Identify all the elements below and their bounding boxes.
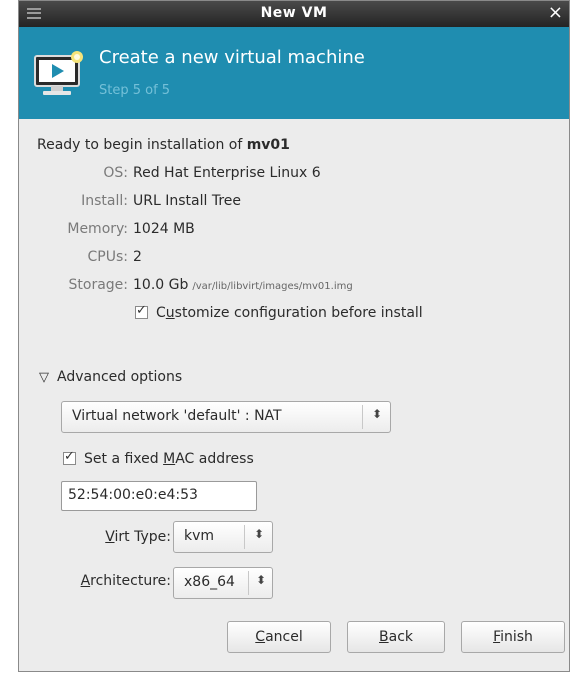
os-row: OS: Red Hat Enterprise Linux 6 [19,165,569,185]
checkbox-checked-icon[interactable] [63,449,76,465]
os-label: OS: [103,165,128,181]
fixed-mac-checkbox[interactable]: Set a fixed MAC address [63,449,254,467]
network-select-value: Virtual network 'default' : NAT [72,408,282,424]
cpus-row: CPUs: 2 [19,249,569,269]
vm-monitor-icon [34,51,83,95]
install-label: Install: [81,193,128,209]
os-value: Red Hat Enterprise Linux 6 [133,165,321,181]
updown-arrows-icon: ⬍ [256,573,267,587]
virt-type-value: kvm [184,528,215,544]
customize-label: Customize configuration before install [156,305,423,321]
storage-size: 10.0 Gb [133,277,189,293]
cpus-value: 2 [133,249,142,265]
back-button[interactable]: Back [347,621,445,653]
header-banner: Create a new virtual machine Step 5 of 5 [19,27,569,119]
title-bar: New VM × [19,1,569,27]
memory-value: 1024 MB [133,221,195,237]
storage-value: 10.0 Gb/var/lib/libvirt/images/mv01.img [133,277,353,293]
finish-button[interactable]: Finish [461,621,565,653]
architecture-select[interactable]: x86_64 ⬍ [173,567,273,599]
cancel-button[interactable]: Cancel [227,621,331,653]
summary-panel: Ready to begin installation of mv01 OS: … [19,119,569,673]
fixed-mac-label: Set a fixed MAC address [84,451,254,467]
customize-checkbox[interactable]: Customize configuration before install [135,303,423,321]
close-icon[interactable]: × [548,3,563,23]
checkbox-checked-icon[interactable] [135,303,148,319]
advanced-options-label: Advanced options [57,369,183,385]
install-row: Install: URL Install Tree [19,193,569,213]
network-select[interactable]: Virtual network 'default' : NAT ⬍ [61,401,391,433]
virt-type-select[interactable]: kvm ⬍ [173,521,273,553]
advanced-options-expander[interactable]: ▽ Advanced options [39,369,182,385]
storage-label: Storage: [68,277,129,293]
architecture-value: x86_64 [184,574,235,590]
storage-path: /var/lib/libvirt/images/mv01.img [192,281,353,292]
mac-address-input[interactable]: 52:54:00:e0:e4:53 [61,481,257,511]
ready-prefix: Ready to begin installation of [37,137,247,153]
architecture-label: Architecture: [80,573,171,589]
cpus-label: CPUs: [87,249,128,265]
updown-arrows-icon: ⬍ [254,527,265,541]
ready-message: Ready to begin installation of mv01 [37,137,290,153]
storage-row: Storage: 10.0 Gb/var/lib/libvirt/images/… [19,277,569,297]
virt-type-label: Virt Type: [105,529,171,545]
vm-name: mv01 [246,137,290,153]
install-value: URL Install Tree [133,193,241,209]
updown-arrows-icon: ⬍ [372,407,383,421]
step-indicator: Step 5 of 5 [99,83,171,98]
memory-row: Memory: 1024 MB [19,221,569,241]
page-title: Create a new virtual machine [99,47,365,68]
triangle-down-icon[interactable]: ▽ [39,370,49,385]
memory-label: Memory: [67,221,128,237]
window-title: New VM [260,5,328,21]
new-vm-dialog: New VM × Create a new virtual machine St… [18,0,570,672]
